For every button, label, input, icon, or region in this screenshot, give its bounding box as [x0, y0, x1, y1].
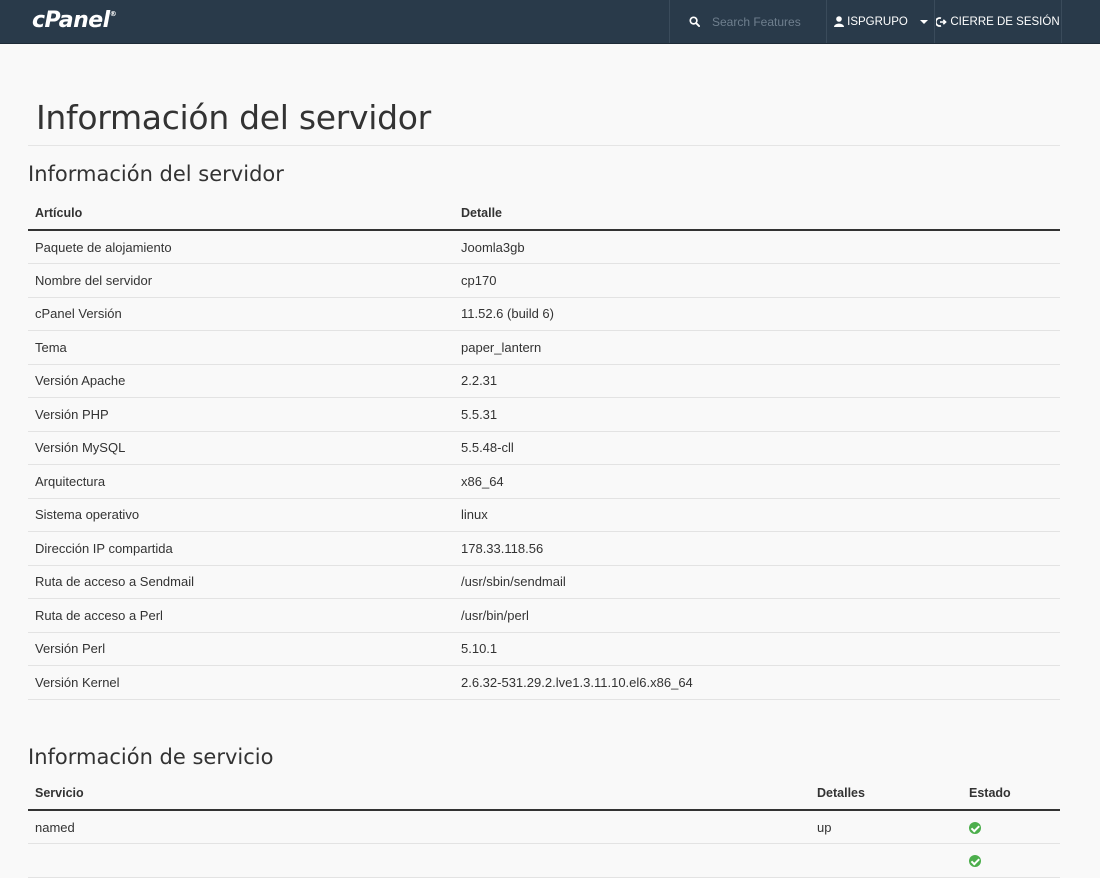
cell-detail: 5.5.48-cll: [454, 431, 1060, 465]
user-name: ISPGRUPO: [847, 15, 908, 28]
cell-detail: Joomla3gb: [454, 230, 1060, 264]
table-row: cPanel Versión 11.52.6 (build 6): [28, 297, 1060, 331]
cell-item: Versión MySQL: [28, 431, 454, 465]
server-info-heading: Información del servidor: [28, 162, 284, 186]
cell-detail: 178.33.118.56: [454, 531, 1060, 566]
table-row: Dirección IP compartida 178.33.118.56: [28, 531, 1060, 566]
table-row: Versión Apache 2.2.31: [28, 364, 1060, 398]
user-menu[interactable]: ISPGRUPO: [828, 0, 935, 43]
table-row: Tema paper_lantern: [28, 330, 1060, 365]
table-row: Ruta de acceso a Perl/usr/bin/perl: [28, 598, 1060, 633]
server-info-table: Artículo Detalle Paquete de alojamiento J…: [28, 197, 1060, 700]
page-title: Información del servidor: [36, 98, 431, 137]
table-row: Versión Kernel 2.6.32-531.29.2.lve1.3.11.…: [28, 665, 1060, 700]
cell-item: Ruta de acceso a Sendmail: [28, 565, 454, 599]
table-row: [28, 843, 1060, 878]
title-divider: [28, 145, 1060, 146]
search-input[interactable]: [712, 14, 812, 29]
table-row: Versión MySQL 5.5.48-cll: [28, 431, 1060, 465]
server-info-header-row: Artículo Detalle: [28, 197, 1060, 231]
cell-service: [28, 843, 810, 878]
table-row: Sistema operativo linux: [28, 498, 1060, 532]
column-header-status: Estado: [962, 777, 1060, 811]
user-icon: [834, 16, 845, 27]
table-row: Nombre del servidor cp170: [28, 263, 1060, 298]
service-info-heading: Información de servicio: [28, 745, 274, 769]
cell-detail: /usr/bin/perl: [454, 598, 1060, 633]
cell-service: named: [28, 810, 810, 844]
service-info-header-row: Servicio Detalles Estado: [28, 777, 1060, 811]
cell-details: up: [810, 810, 962, 844]
cell-item: Dirección IP compartida: [28, 531, 454, 566]
search-features[interactable]: [669, 0, 827, 43]
top-navbar: cPanel® ISPGRUPO CIERRE DE SESIÓN: [0, 0, 1100, 44]
table-row: Paquete de alojamiento Joomla3gb: [28, 230, 1060, 264]
service-info-table: Servicio Detalles Estado named up: [28, 777, 1060, 878]
cell-detail: 2.2.31: [454, 364, 1060, 398]
logout-label: CIERRE DE SESIÓN: [950, 15, 1060, 28]
cell-item: Versión Apache: [28, 364, 454, 398]
cell-item: Versión Perl: [28, 632, 454, 666]
search-icon: [689, 16, 700, 27]
table-row: named up: [28, 810, 1060, 844]
cell-item: Sistema operativo: [28, 498, 454, 532]
cell-item: Tema: [28, 330, 454, 365]
cell-detail: x86_64: [454, 464, 1060, 499]
cell-detail: linux: [454, 498, 1060, 532]
logout-button[interactable]: CIERRE DE SESIÓN: [935, 0, 1062, 43]
cell-detail: paper_lantern: [454, 330, 1060, 365]
column-header-service: Servicio: [28, 777, 810, 811]
chevron-down-icon: [919, 19, 928, 24]
column-header-detail: Detalle: [454, 197, 1060, 231]
logout-icon: [936, 16, 948, 27]
cell-item: Nombre del servidor: [28, 263, 454, 298]
column-header-item: Artículo: [28, 197, 454, 231]
cell-detail: 5.5.31: [454, 397, 1060, 432]
table-row: Ruta de acceso a Sendmail/usr/sbin/sendm…: [28, 565, 1060, 599]
cell-item: Paquete de alojamiento: [28, 230, 454, 264]
cell-item: Versión PHP: [28, 397, 454, 432]
cpanel-logo[interactable]: cPanel®: [32, 8, 117, 33]
cell-details: [810, 843, 962, 878]
check-circle-icon: [969, 855, 981, 868]
table-row: Versión PHP 5.5.31: [28, 397, 1060, 432]
table-row: Arquitectura x86_64: [28, 464, 1060, 499]
cell-detail: 11.52.6 (build 6): [454, 297, 1060, 331]
cell-status: [962, 810, 1060, 844]
cell-detail: 5.10.1: [454, 632, 1060, 666]
cell-item: Versión Kernel: [28, 665, 454, 700]
cell-item: Ruta de acceso a Perl: [28, 598, 454, 633]
cell-detail: 2.6.32-531.29.2.lve1.3.11.10.el6.x86_64: [454, 665, 1060, 700]
cell-detail: cp170: [454, 263, 1060, 298]
cell-item: cPanel Versión: [28, 297, 454, 331]
cell-item: Arquitectura: [28, 464, 454, 499]
cell-status: [962, 843, 1060, 878]
column-header-details: Detalles: [810, 777, 962, 811]
check-circle-icon: [969, 822, 981, 835]
table-row: Versión Perl 5.10.1: [28, 632, 1060, 666]
cell-detail: /usr/sbin/sendmail: [454, 565, 1060, 599]
